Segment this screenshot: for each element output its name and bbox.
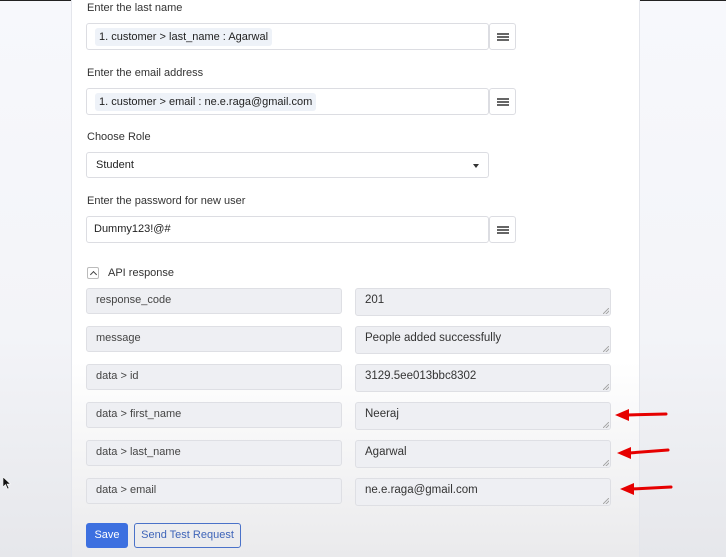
response-value[interactable]: ne.e.raga@gmail.com: [355, 478, 611, 506]
last-name-menu-button[interactable]: [489, 23, 516, 50]
annotation-arrow-icon: [620, 483, 673, 495]
hamburger-menu-icon: [496, 97, 509, 106]
save-button[interactable]: Save: [86, 523, 128, 548]
response-value-text: 201: [365, 294, 385, 306]
response-key: response_code: [86, 288, 342, 314]
response-value[interactable]: People added successfully: [355, 326, 611, 354]
hamburger-menu-icon: [496, 225, 509, 234]
response-value-text: ne.e.raga@gmail.com: [365, 484, 478, 496]
annotation-arrow-icon: [615, 409, 668, 421]
password-label: Enter the password for new user: [87, 195, 246, 207]
response-value-text: People added successfully: [365, 332, 502, 344]
role-selected-value: Student: [96, 159, 134, 171]
email-label: Enter the email address: [87, 67, 204, 79]
resize-grip-icon[interactable]: [603, 460, 609, 466]
response-key: data > id: [86, 364, 342, 390]
email-mapping-chip[interactable]: 1. customer > email : ne.e.raga@gmail.co…: [95, 93, 317, 111]
response-key: data > last_name: [86, 440, 342, 466]
collapse-api-response-toggle[interactable]: [87, 267, 99, 279]
response-value[interactable]: Neeraj: [355, 402, 611, 430]
api-response-title: API response: [108, 267, 175, 279]
hamburger-menu-icon: [496, 32, 509, 41]
response-key: message: [86, 326, 342, 352]
resize-grip-icon[interactable]: [603, 346, 609, 352]
response-value[interactable]: 201: [355, 288, 611, 316]
annotation-arrow-icon: [617, 447, 670, 459]
response-value-text: Neeraj: [365, 408, 399, 420]
response-value-text: Agarwal: [365, 446, 407, 458]
email-field[interactable]: 1. customer > email : ne.e.raga@gmail.co…: [86, 88, 489, 115]
password-value: Dummy123!@#: [94, 223, 171, 235]
resize-grip-icon[interactable]: [603, 422, 609, 428]
last-name-label: Enter the last name: [87, 2, 183, 14]
response-key: data > email: [86, 478, 342, 504]
role-select[interactable]: Student: [86, 152, 489, 178]
response-key: data > first_name: [86, 402, 342, 428]
response-value[interactable]: 3129.5ee013bbc8302: [355, 364, 611, 392]
last-name-field[interactable]: 1. customer > last_name : Agarwal: [86, 23, 489, 50]
response-value[interactable]: Agarwal: [355, 440, 611, 468]
password-menu-button[interactable]: [489, 216, 516, 243]
response-value-text: 3129.5ee013bbc8302: [365, 370, 477, 382]
mouse-cursor-icon: [3, 477, 12, 490]
resize-grip-icon[interactable]: [603, 498, 609, 504]
send-test-request-button[interactable]: Send Test Request: [134, 523, 241, 548]
resize-grip-icon[interactable]: [603, 384, 609, 390]
resize-grip-icon[interactable]: [603, 308, 609, 314]
password-field[interactable]: Dummy123!@#: [86, 216, 489, 243]
form-panel: Enter the last name 1. customer > last_n…: [71, 0, 640, 557]
last-name-mapping-chip[interactable]: 1. customer > last_name : Agarwal: [95, 28, 273, 46]
role-label: Choose Role: [87, 131, 151, 143]
email-menu-button[interactable]: [489, 88, 516, 115]
dropdown-caret-icon: [473, 164, 479, 168]
